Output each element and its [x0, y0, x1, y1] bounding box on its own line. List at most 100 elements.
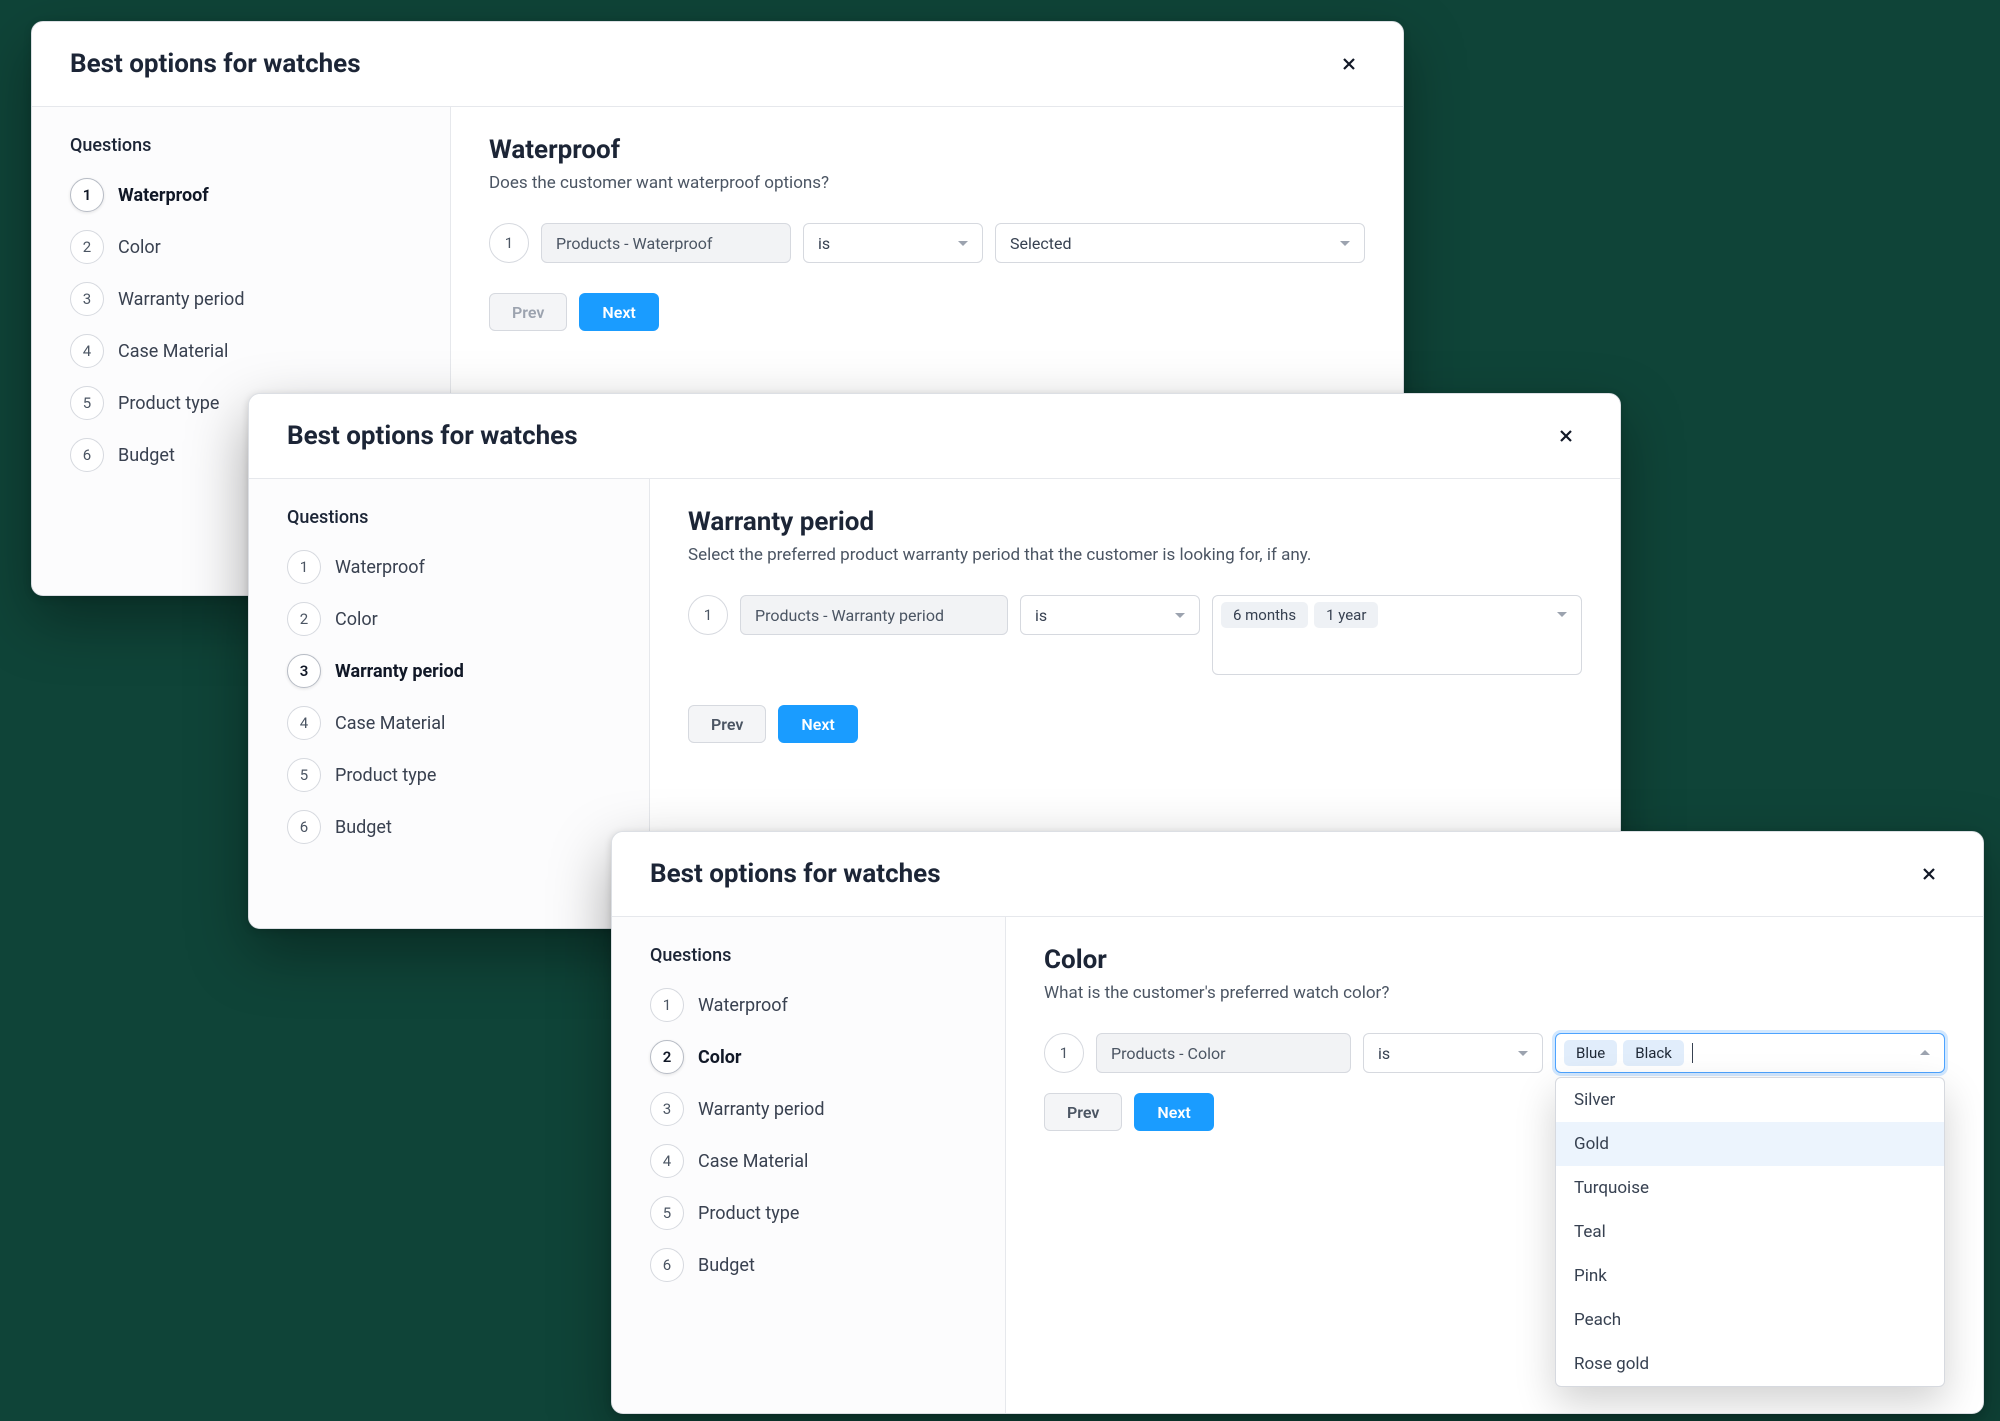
sidebar-item-budget[interactable]: 6 Budget [287, 810, 621, 844]
next-button[interactable]: Next [1134, 1093, 1213, 1131]
dialog-header: Best options for watches [32, 22, 1403, 107]
dialog-title: Best options for watches [287, 421, 578, 451]
rule-value-multiselect[interactable]: 6 months 1 year [1212, 595, 1582, 675]
chip[interactable]: 1 year [1314, 602, 1378, 628]
chevron-up-icon [1920, 1050, 1930, 1055]
question-number: 5 [70, 386, 104, 420]
sidebar-item-waterproof[interactable]: 1 Waterproof [70, 178, 422, 212]
sidebar-item-waterproof[interactable]: 1 Waterproof [287, 550, 621, 584]
sidebar-title: Questions [70, 135, 422, 156]
next-label: Next [602, 303, 635, 322]
close-button[interactable] [1913, 858, 1945, 890]
sidebar-item-color[interactable]: 2 Color [287, 602, 621, 636]
dropdown-option[interactable]: Teal [1556, 1210, 1944, 1254]
question-heading: Color [1044, 945, 1945, 975]
sidebar-item-budget[interactable]: 6 Budget [650, 1248, 977, 1282]
sidebar-item-color[interactable]: 2 Color [650, 1040, 977, 1074]
next-label: Next [801, 715, 834, 734]
rule-operator-value: is [1378, 1044, 1390, 1063]
chip[interactable]: Blue [1564, 1040, 1617, 1066]
prev-label: Prev [512, 303, 544, 322]
rule-field-value: Products - Warranty period [755, 606, 944, 625]
rule-number: 1 [489, 223, 529, 263]
sidebar-item-product-type[interactable]: 5 Product type [287, 758, 621, 792]
rule-value-text: Selected [1010, 234, 1071, 253]
prev-button[interactable]: Prev [489, 293, 567, 331]
question-label: Waterproof [698, 995, 788, 1016]
rule-number: 1 [1044, 1033, 1084, 1073]
rule-value-multiselect[interactable]: Blue Black [1555, 1033, 1945, 1073]
question-number: 1 [287, 550, 321, 584]
question-number: 2 [70, 230, 104, 264]
rule-operator-select[interactable]: is [803, 223, 983, 263]
rule-field-value: Products - Color [1111, 1044, 1226, 1063]
question-number: 4 [70, 334, 104, 368]
sidebar-item-case-material[interactable]: 4 Case Material [70, 334, 422, 368]
rule-field-select[interactable]: Products - Waterproof [541, 223, 791, 263]
sidebar-item-product-type[interactable]: 5 Product type [650, 1196, 977, 1230]
rule-operator-select[interactable]: is [1363, 1033, 1543, 1073]
sidebar-item-case-material[interactable]: 4 Case Material [650, 1144, 977, 1178]
rule-field-select[interactable]: Products - Warranty period [740, 595, 1008, 635]
question-number: 3 [70, 282, 104, 316]
chevron-down-icon [958, 241, 968, 246]
sidebar-item-warranty[interactable]: 3 Warranty period [70, 282, 422, 316]
question-label: Product type [118, 393, 219, 414]
dialog-header: Best options for watches [249, 394, 1620, 479]
question-label: Product type [698, 1203, 799, 1224]
sidebar-item-warranty[interactable]: 3 Warranty period [650, 1092, 977, 1126]
dropdown-option[interactable]: Silver [1556, 1078, 1944, 1122]
prev-label: Prev [711, 715, 743, 734]
dropdown-option[interactable]: Turquoise [1556, 1166, 1944, 1210]
chip[interactable]: 6 months [1221, 602, 1308, 628]
question-label: Product type [335, 765, 436, 786]
prev-button[interactable]: Prev [1044, 1093, 1122, 1131]
dropdown-option[interactable]: Pink [1556, 1254, 1944, 1298]
question-number: 1 [70, 178, 104, 212]
chevron-down-icon [1518, 1051, 1528, 1056]
dialog-header: Best options for watches [612, 832, 1983, 917]
dropdown-option[interactable]: Gold [1556, 1122, 1944, 1166]
question-label: Warranty period [698, 1099, 824, 1120]
question-number: 1 [650, 988, 684, 1022]
dialog-color: Best options for watches Questions 1 Wat… [611, 831, 1984, 1414]
nav-buttons: Prev Next [489, 293, 1365, 331]
sidebar-item-warranty[interactable]: 3 Warranty period [287, 654, 621, 688]
rule-operator-select[interactable]: is [1020, 595, 1200, 635]
dialog-title: Best options for watches [70, 49, 361, 79]
questions-sidebar: Questions 1 Waterproof 2 Color 3 Warrant… [612, 917, 1006, 1413]
chip[interactable]: Black [1623, 1040, 1684, 1066]
question-label: Case Material [335, 713, 445, 734]
sidebar-item-color[interactable]: 2 Color [70, 230, 422, 264]
color-dropdown[interactable]: Silver Gold Turquoise Teal Pink Peach Ro… [1555, 1077, 1945, 1387]
question-label: Waterproof [335, 557, 425, 578]
sidebar-title: Questions [650, 945, 977, 966]
next-button[interactable]: Next [579, 293, 658, 331]
prev-button[interactable]: Prev [688, 705, 766, 743]
rule-row: 1 Products - Warranty period is 6 months… [688, 595, 1582, 675]
sidebar-item-case-material[interactable]: 4 Case Material [287, 706, 621, 740]
question-label: Color [698, 1047, 741, 1068]
chevron-down-icon [1557, 612, 1567, 617]
close-button[interactable] [1550, 420, 1582, 452]
rule-operator-value: is [1035, 606, 1047, 625]
sidebar-item-waterproof[interactable]: 1 Waterproof [650, 988, 977, 1022]
dropdown-option[interactable]: Rose gold [1556, 1342, 1944, 1386]
question-number: 6 [287, 810, 321, 844]
rule-number: 1 [688, 595, 728, 635]
sidebar-title: Questions [287, 507, 621, 528]
nav-buttons: Prev Next [688, 705, 1582, 743]
close-button[interactable] [1333, 48, 1365, 80]
rule-value-select[interactable]: Selected [995, 223, 1365, 263]
close-icon [1921, 866, 1937, 882]
question-number: 4 [650, 1144, 684, 1178]
question-number: 5 [287, 758, 321, 792]
question-number: 2 [650, 1040, 684, 1074]
rule-operator-value: is [818, 234, 830, 253]
close-icon [1341, 56, 1357, 72]
prev-label: Prev [1067, 1103, 1099, 1122]
next-button[interactable]: Next [778, 705, 857, 743]
question-number: 3 [650, 1092, 684, 1126]
dropdown-option[interactable]: Peach [1556, 1298, 1944, 1342]
rule-field-select[interactable]: Products - Color [1096, 1033, 1351, 1073]
